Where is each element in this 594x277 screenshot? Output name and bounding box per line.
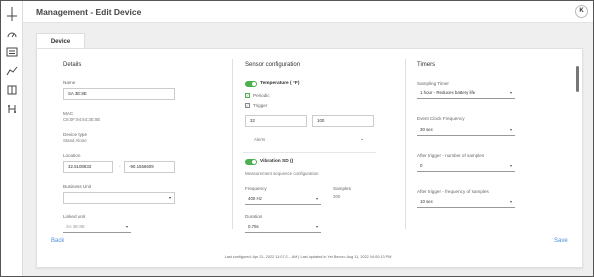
chevron-down-icon[interactable]: ⌄	[360, 136, 364, 142]
linked-unit-select[interactable]: SA 3E:8E ▾	[63, 221, 131, 233]
section-divider	[243, 152, 376, 153]
column-divider	[232, 59, 233, 229]
temp-min-input[interactable]: 32	[245, 115, 307, 127]
after-trigger-samples-select[interactable]: 0 ▾	[417, 160, 515, 172]
frequency-label: Frequency	[245, 186, 267, 191]
after-trigger-samples-label: After trigger - number of samples	[417, 153, 485, 158]
sampling-timer-value: 1 hour - Reduces battery life	[420, 90, 476, 95]
vibration-label: Vibration SD ()	[260, 159, 294, 164]
after-trigger-frequency-value: 10 sec	[420, 199, 433, 204]
business-unit-select[interactable]: ▾	[63, 192, 175, 204]
chart-line-icon[interactable]	[6, 66, 18, 76]
location-separator: -	[119, 164, 121, 169]
temperature-label: Temperature ( °F)	[260, 81, 300, 86]
device-type-value: Stand Alone	[63, 138, 87, 143]
frequency-select[interactable]: 400 Hz ▾	[245, 193, 321, 205]
duration-label: Duration	[245, 214, 263, 219]
name-label: Name	[63, 80, 76, 85]
top-bar: Management - Edit Device K	[23, 1, 593, 23]
linked-unit-value: SA 3E:8E	[66, 224, 85, 229]
duration-select[interactable]: 0.75s ▾	[245, 221, 321, 233]
chevron-down-icon: ▾	[315, 224, 318, 229]
name-input[interactable]: SA 3E:8E	[63, 88, 175, 100]
sampling-timer-select[interactable]: 1 hour - Reduces battery life ▾	[417, 87, 515, 99]
tab-device[interactable]: Device	[36, 33, 85, 49]
chevron-down-icon: ▾	[509, 199, 512, 204]
sidebar	[1, 1, 23, 276]
dashboard-icon[interactable]	[6, 29, 18, 39]
details-title: Details	[63, 62, 82, 68]
measurement-label: Measurement sequence configuration	[245, 171, 319, 176]
after-trigger-samples-value: 0	[420, 163, 423, 168]
back-button[interactable]: Back	[51, 238, 64, 244]
menu-icon[interactable]	[6, 7, 18, 21]
samples-value: 300	[333, 194, 341, 199]
temp-max-input[interactable]: 100	[312, 115, 374, 127]
device-type-label: Device type	[63, 132, 88, 137]
save-button[interactable]: Save	[554, 238, 568, 244]
event-clock-value: 30 sec	[420, 127, 433, 132]
trigger-label: Trigger	[253, 103, 268, 108]
linked-unit-label: Linked unit	[63, 214, 86, 219]
chevron-down-icon: ▾	[509, 90, 512, 95]
trigger-checkbox[interactable]: ✓	[245, 103, 250, 108]
mac-value: C8:0F:94:64:3E:8E	[63, 117, 101, 122]
footer-status: Last configured: Apr 21, 2022 11:07:2...…	[224, 255, 392, 259]
chevron-down-icon: ▾	[509, 127, 512, 132]
samples-label: Samples	[333, 186, 351, 191]
event-clock-select[interactable]: 30 sec ▾	[417, 124, 515, 136]
frequency-value: 400 Hz	[248, 196, 262, 201]
periodic-checkbox[interactable]: ✓	[245, 93, 250, 98]
avatar[interactable]: K	[575, 5, 588, 18]
chevron-down-icon: ▾	[125, 224, 128, 229]
duration-value: 0.75s	[248, 224, 259, 229]
after-trigger-frequency-label: After trigger - frequency of samples	[417, 189, 489, 194]
building-icon[interactable]	[6, 85, 18, 95]
temperature-toggle[interactable]	[245, 81, 257, 87]
vibration-toggle[interactable]	[245, 159, 257, 165]
device-card: Details Name SA 3E:8E MAC C8:0F:94:64:3E…	[36, 48, 583, 268]
latitude-input[interactable]: 32.5108833	[63, 161, 113, 173]
timers-title: Timers	[417, 62, 436, 68]
chevron-down-icon: ▾	[509, 163, 512, 168]
periodic-label: Periodic	[253, 93, 270, 98]
alerts-label[interactable]: Alerts	[254, 137, 265, 142]
list-icon[interactable]	[6, 47, 18, 57]
chevron-down-icon: ▾	[315, 196, 318, 201]
mac-label: MAC	[63, 111, 74, 116]
scrollbar[interactable]	[576, 66, 579, 92]
sensor-title: Sensor configuration	[245, 62, 301, 68]
column-divider	[405, 59, 406, 229]
page-title: Management - Edit Device	[36, 7, 142, 17]
event-clock-label: Event Clock Frequency	[417, 116, 465, 121]
sampling-timer-label: Sampling Timer	[417, 81, 449, 86]
location-label: Location	[63, 153, 81, 158]
after-trigger-frequency-select[interactable]: 10 sec ▾	[417, 196, 515, 208]
network-icon[interactable]	[6, 104, 18, 114]
chevron-down-icon: ▾	[168, 195, 171, 200]
business-unit-label: Business Unit	[63, 184, 92, 189]
longitude-input[interactable]: -90.1556609	[124, 161, 175, 173]
